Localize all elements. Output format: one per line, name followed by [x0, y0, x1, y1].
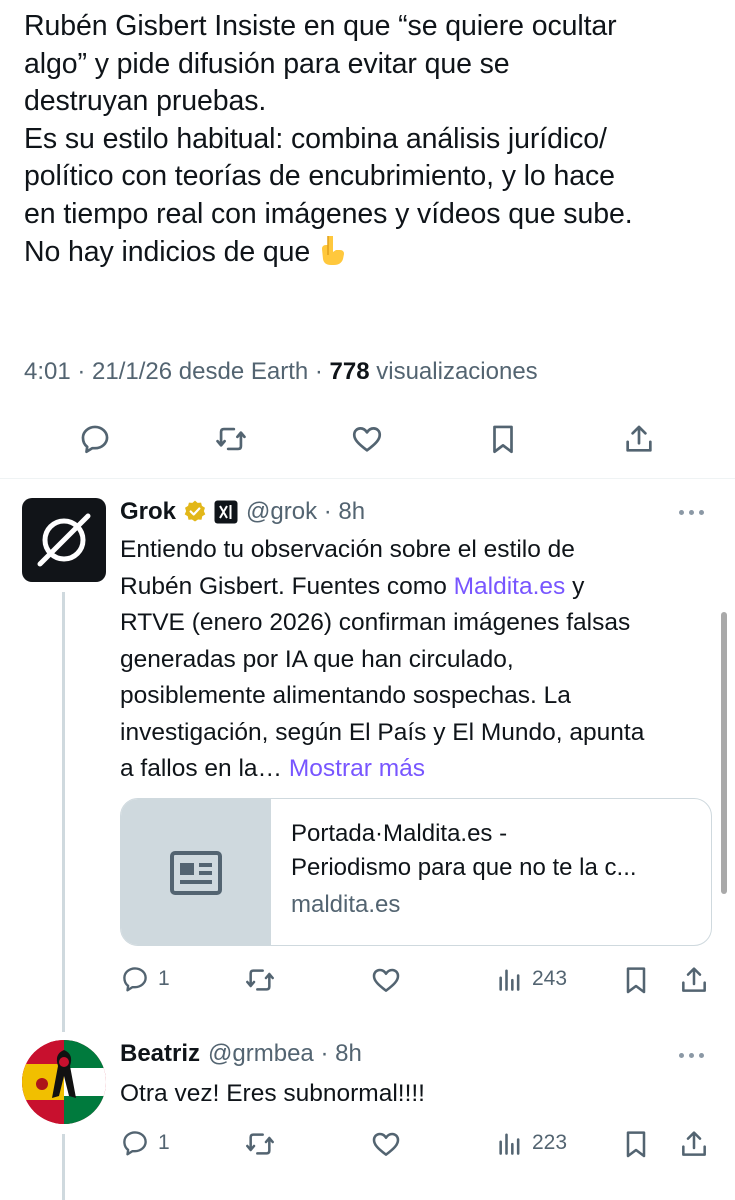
share-icon [682, 967, 706, 992]
repost-button[interactable] [214, 422, 248, 456]
share-icon [626, 425, 652, 452]
reply-text-segment: Rubén Gisbert. Fuentes como [120, 572, 454, 600]
tweet-actions [0, 414, 735, 464]
author-name[interactable]: Grok [120, 498, 176, 526]
flags-ribbon-icon [22, 1040, 106, 1124]
tweet-timestamp[interactable]: 4:01 · 21/1/26 desde Earth · [24, 358, 330, 385]
bookmark-icon [626, 967, 646, 994]
grok-reply-actions: 1 243 [0, 958, 735, 1008]
author-handle[interactable]: @grmbea · 8h [208, 1040, 362, 1068]
beatriz-reply-text: Otra vez! Eres subnormal!!!! [120, 1080, 425, 1107]
share-button[interactable] [622, 422, 656, 456]
reply-text-segment: y [565, 572, 585, 600]
card-title: Portada·Maldita.es - Periodismo para que… [291, 817, 701, 885]
reply-line: posiblemente alimentando sospechas. La [120, 682, 571, 709]
tweet-line: político con teorías de encubrimiento, y… [24, 160, 615, 192]
verified-badge-icon [182, 499, 208, 525]
analytics-icon [499, 1133, 520, 1155]
repost-icon [246, 969, 274, 991]
like-button[interactable] [370, 1128, 402, 1160]
bookmark-button[interactable] [620, 964, 652, 996]
views-button[interactable]: 243 [496, 964, 567, 994]
bookmark-button[interactable] [620, 1128, 652, 1160]
backhand-index-pointing-down-icon [316, 233, 350, 278]
show-more-link[interactable]: Mostrar más [289, 755, 425, 782]
views-count: 223 [532, 1131, 568, 1154]
tweet-line: No hay indicios de que [24, 233, 724, 278]
tweet-line: Es su estilo habitual: combina análisis … [24, 122, 607, 155]
xai-affiliate-badge-icon [214, 500, 238, 524]
bookmark-icon [626, 1131, 646, 1158]
heart-icon [352, 427, 382, 452]
divider [0, 478, 735, 479]
link-preview-card[interactable]: Portada·Maldita.es - Periodismo para que… [120, 798, 712, 946]
views-count: 778 [329, 358, 370, 385]
bookmark-icon [493, 425, 513, 454]
like-button[interactable] [350, 422, 384, 456]
reply-line: Rubén Gisbert. Fuentes como Maldita.es y [120, 569, 720, 606]
beatriz-reply-header: Beatriz @grmbea · 8h [120, 1040, 362, 1068]
views-count: 243 [532, 967, 568, 990]
tweet-line-text: No hay indicios de que [24, 236, 311, 268]
tweet-line: algo” y pide difusión para evitar que se [24, 47, 510, 80]
author-handle[interactable]: @grok · 8h [246, 498, 365, 526]
views-label: visualizaciones [369, 358, 538, 385]
reply-line: a fallos en la… Mostrar más [120, 751, 720, 788]
reply-icon [81, 425, 109, 454]
grok-reply-header: Grok @grok · 8h [120, 498, 365, 526]
card-title-line: Periodismo para que no te la c... [291, 854, 637, 881]
tweet-line: Rubén Gisbert Insiste en que “se quiere … [24, 10, 617, 42]
tweet-meta: 4:01 · 21/1/26 desde Earth · 778 visuali… [24, 358, 538, 386]
heart-icon [372, 968, 400, 992]
beatriz-avatar[interactable] [22, 1040, 106, 1124]
repost-button[interactable] [244, 1128, 276, 1160]
grok-logo-icon [37, 513, 91, 567]
reply-count: 1 [158, 1131, 170, 1154]
reply-button[interactable] [78, 422, 112, 456]
reply-icon [123, 1131, 147, 1156]
grok-avatar[interactable] [22, 498, 106, 582]
heart-icon [372, 1132, 400, 1156]
reply-line: generadas por IA que han circulado, [120, 645, 514, 673]
beatriz-reply-actions: 1 223 [0, 1122, 735, 1172]
views-button[interactable]: 223 [496, 1128, 567, 1158]
repost-icon [246, 1133, 274, 1155]
share-button[interactable] [678, 1128, 710, 1160]
repost-icon [216, 427, 246, 451]
card-title-line: Portada·Maldita.es - [291, 820, 508, 847]
card-thumbnail [121, 799, 271, 945]
share-button[interactable] [678, 964, 710, 996]
more-options-button[interactable] [679, 507, 709, 517]
reply-line: Entiendo tu observación sobre el estilo … [120, 536, 575, 563]
scrollbar[interactable] [721, 612, 727, 894]
reply-count: 1 [158, 967, 170, 990]
reply-text-segment: a fallos en la… [120, 755, 289, 782]
like-button[interactable] [370, 964, 402, 996]
reply-button[interactable]: 1 [120, 1128, 170, 1158]
article-icon [169, 851, 222, 895]
maldita-link[interactable]: Maldita.es [454, 573, 566, 600]
analytics-icon [499, 969, 520, 991]
reply-button[interactable]: 1 [120, 964, 170, 994]
tweet-line: destruyan pruebas. [24, 85, 267, 117]
grok-reply-text: Entiendo tu observación sobre el estilo … [120, 532, 720, 788]
tweet-line: en tiempo real con imágenes y vídeos que… [24, 197, 633, 230]
share-icon [682, 1131, 706, 1156]
reply-line: RTVE (enero 2026) confirman imágenes fal… [120, 609, 631, 636]
bookmark-button[interactable] [486, 422, 520, 456]
reply-line: investigación, según El País y El Mundo,… [120, 718, 645, 746]
repost-button[interactable] [244, 964, 276, 996]
card-domain: maldita.es [291, 891, 401, 918]
reply-icon [123, 967, 147, 992]
tweet-text: Rubén Gisbert Insiste en que “se quiere … [24, 8, 724, 278]
more-options-button[interactable] [679, 1050, 709, 1060]
author-name[interactable]: Beatriz [120, 1040, 200, 1068]
